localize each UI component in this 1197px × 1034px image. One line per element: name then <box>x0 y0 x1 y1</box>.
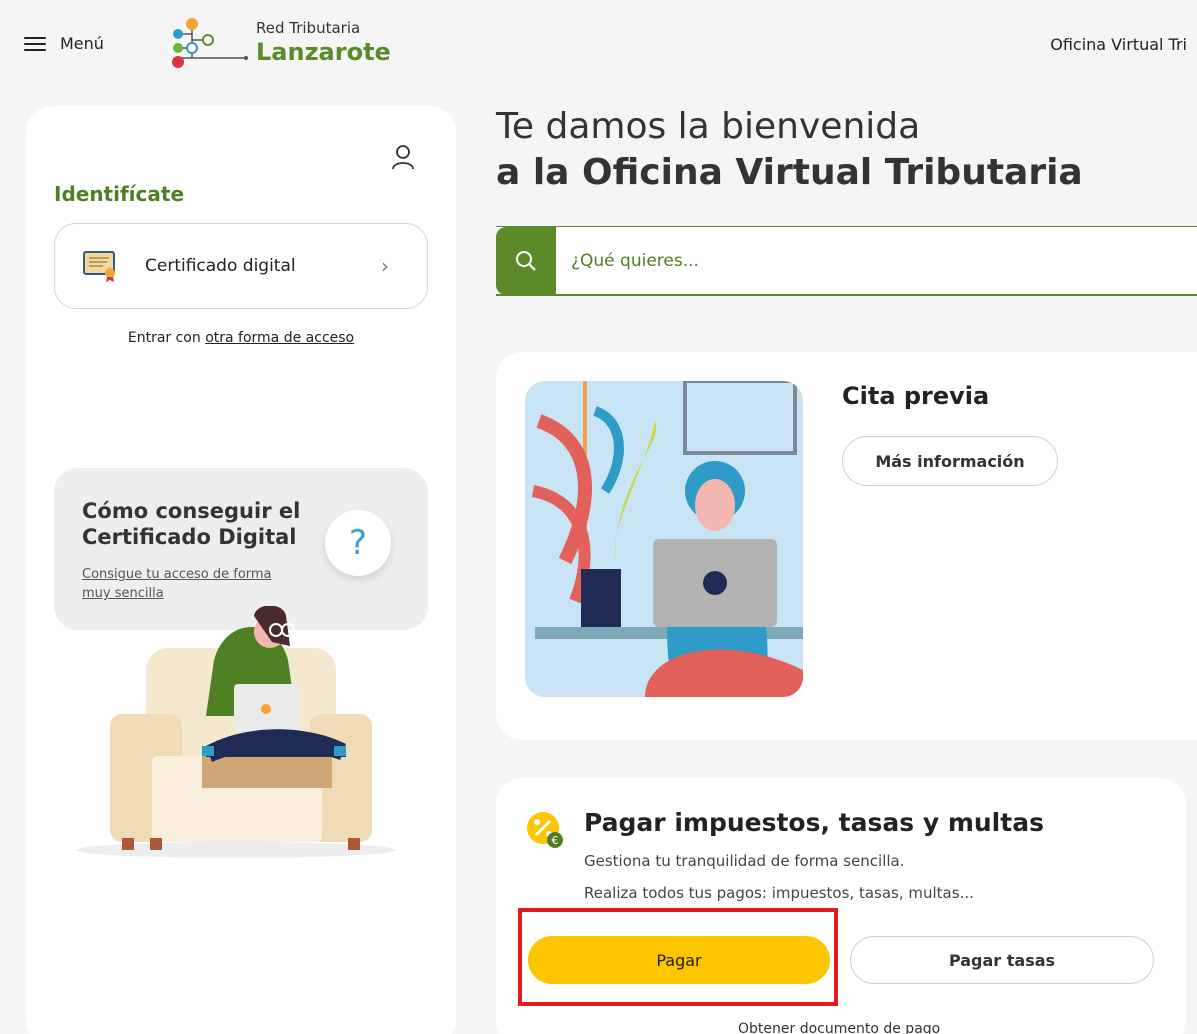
user-icon[interactable] <box>391 144 415 170</box>
payment-title: Pagar impuestos, tasas y multas <box>584 808 1044 837</box>
pay-button[interactable]: Pagar <box>528 936 830 984</box>
header-title: Oficina Virtual Tri <box>1050 35 1187 54</box>
header: Menú Red Tributaria Lanzarote Oficina Vi… <box>0 0 1197 92</box>
tree-logo-icon <box>172 18 248 68</box>
help-link[interactable]: Consigue tu acceso de forma muy sencilla <box>82 565 302 603</box>
logo-subtitle: Red Tributaria <box>256 19 361 37</box>
certificate-button[interactable]: Certificado digital › <box>54 223 428 309</box>
chevron-right-icon: › <box>381 254 389 278</box>
payment-description-2: Realiza todos tus pagos: impuestos, tasa… <box>584 884 974 902</box>
payment-description-1: Gestiona tu tranquilidad de forma sencil… <box>584 852 905 870</box>
pay-fees-button[interactable]: Pagar tasas <box>850 936 1154 984</box>
search-bar <box>496 226 1197 296</box>
alt-access-text: Entrar con otra forma de acceso <box>26 330 456 346</box>
hamburger-icon <box>24 36 46 51</box>
get-payment-document-link[interactable]: Obtener documento de pago <box>738 1021 940 1034</box>
appointment-title: Cita previa <box>842 382 990 410</box>
certificate-label: Certificado digital <box>145 256 296 276</box>
login-panel: Identifícate Certificado digital › Entra… <box>26 106 456 1034</box>
login-title: Identifícate <box>54 182 185 206</box>
alt-access-prefix: Entrar con <box>127 330 206 346</box>
welcome-line-2: a la Oficina Virtual Tributaria <box>496 152 1083 193</box>
payment-card: € Pagar impuestos, tasas y multas Gestio… <box>496 778 1186 1034</box>
logo-title: Lanzarote <box>256 38 391 66</box>
more-info-button[interactable]: Más información <box>842 436 1058 486</box>
search-icon <box>516 250 536 271</box>
search-button[interactable] <box>496 226 556 295</box>
menu-button[interactable]: Menú <box>24 34 104 53</box>
appointment-card: Cita previa Más información <box>496 352 1197 740</box>
welcome-line-1: Te damos la bienvenida <box>496 106 921 147</box>
menu-label: Menú <box>60 34 104 53</box>
certificate-icon <box>83 251 115 282</box>
appointment-illustration <box>525 381 803 697</box>
question-icon[interactable]: ? <box>325 510 391 576</box>
alt-access-link[interactable]: otra forma de acceso <box>205 330 354 346</box>
logo[interactable]: Red Tributaria Lanzarote <box>162 14 391 74</box>
search-input[interactable] <box>571 250 1131 271</box>
sofa-person-illustration <box>76 606 396 858</box>
svg-text:€: € <box>552 834 559 847</box>
payment-euro-icon: € <box>527 812 563 848</box>
help-title: Cómo conseguir el Certificado Digital <box>82 499 301 549</box>
